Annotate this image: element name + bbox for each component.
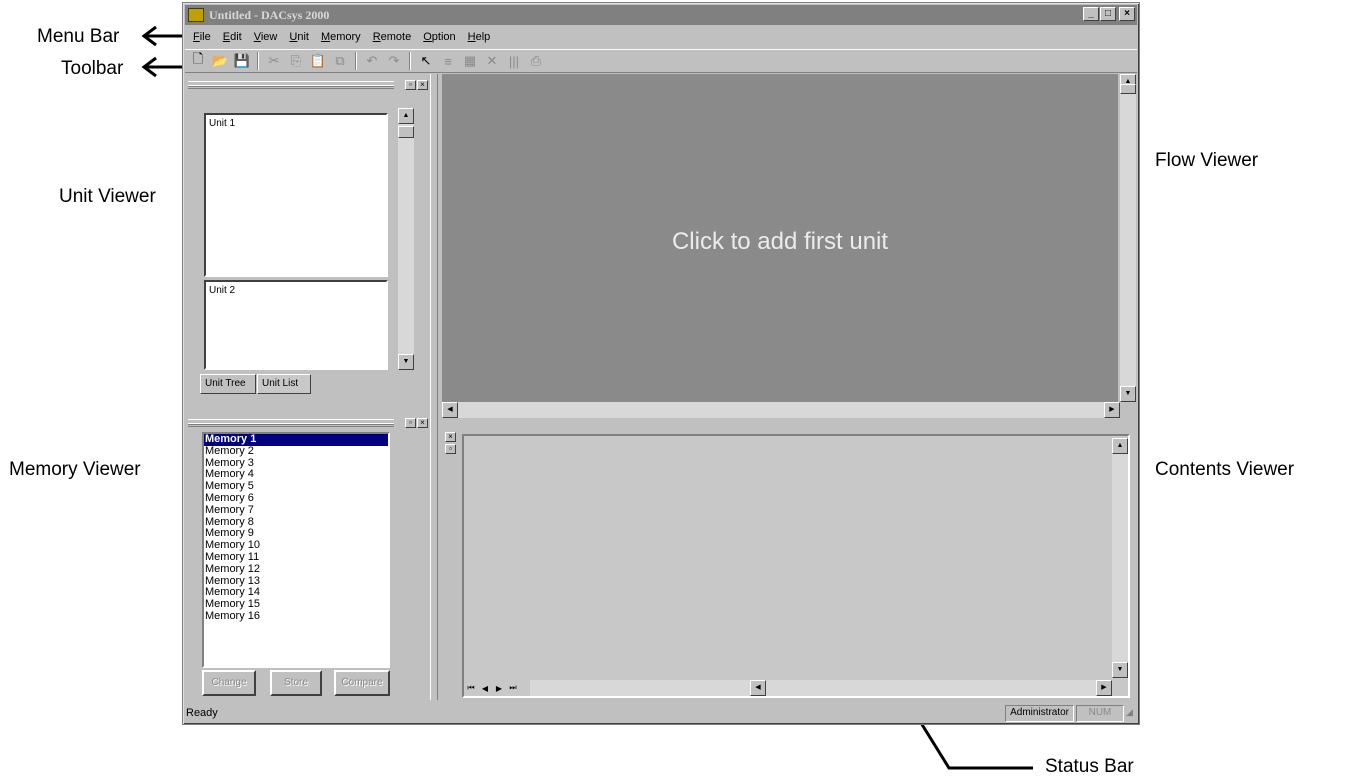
menu-view[interactable]: View xyxy=(248,31,284,43)
memory-list-item[interactable]: Memory 7 xyxy=(204,504,388,517)
flow-viewer-message: Click to add first unit xyxy=(671,228,889,255)
undo-icon[interactable]: ↶ xyxy=(361,51,383,71)
cut-icon[interactable]: ✂ xyxy=(263,51,285,71)
toolbar: 🗋 📂 💾 ✂ ⎘ 📋 ⧉ ↶ ↷ ↖ ≡ ▦ ✕ ||| ⎙ xyxy=(185,49,1137,73)
next-record-icon[interactable]: ▶ xyxy=(492,684,506,693)
window-title: Untitled - DACsys 2000 xyxy=(209,7,330,22)
app-icon[interactable] xyxy=(188,8,204,22)
memory-list-item[interactable]: Memory 2 xyxy=(204,445,388,458)
title-bar[interactable]: Untitled - DACsys 2000 _ □ × xyxy=(185,5,1137,25)
flow-viewer-canvas[interactable]: Click to add first unit xyxy=(442,74,1118,402)
paste-icon[interactable]: 📋 xyxy=(307,51,329,71)
status-text: Ready xyxy=(186,707,218,719)
menu-file[interactable]: File xyxy=(187,31,217,43)
flow-viewer-vscrollbar[interactable]: ▲ ▼ xyxy=(1120,74,1136,402)
memory-list-item[interactable]: Memory 6 xyxy=(204,492,388,505)
status-user: Administrator xyxy=(1005,704,1074,722)
delete-icon[interactable]: ✕ xyxy=(481,51,503,71)
align-icon[interactable]: ≡ xyxy=(437,51,459,71)
columns-icon[interactable]: ||| xyxy=(503,51,525,71)
store-button[interactable]: Store xyxy=(270,670,322,696)
callout-memory-viewer: Memory Viewer xyxy=(9,459,141,480)
unit-viewer-scrollbar[interactable]: ▲ ▼ xyxy=(398,108,414,370)
close-button[interactable]: × xyxy=(1119,7,1135,21)
status-num-indicator: NUM xyxy=(1076,704,1124,722)
maximize-button[interactable]: □ xyxy=(1100,7,1116,21)
unit-viewer-close-button[interactable]: × xyxy=(417,80,428,90)
new-file-icon[interactable]: 🗋 xyxy=(187,51,209,71)
change-button[interactable]: Change xyxy=(202,670,256,696)
scroll-left-thumb[interactable]: ◀ xyxy=(750,680,766,696)
memory-viewer-grip[interactable] xyxy=(188,419,394,427)
menu-edit[interactable]: Edit xyxy=(217,31,248,43)
contents-viewer-float-button[interactable]: ▫ xyxy=(445,444,456,454)
memory-viewer-float-button[interactable]: ▫ xyxy=(405,418,416,428)
record-navigator: ⏮ ◀ ▶ ⏭ xyxy=(464,680,530,696)
scroll-right-icon[interactable]: ▶ xyxy=(1104,402,1120,418)
scroll-down-icon[interactable]: ▼ xyxy=(1112,662,1128,678)
callout-contents-viewer: Contents Viewer xyxy=(1155,459,1295,480)
save-icon[interactable]: 💾 xyxy=(231,51,253,71)
grid-icon[interactable]: ▦ xyxy=(459,51,481,71)
callout-status-bar: Status Bar xyxy=(1045,756,1134,777)
pointer-icon[interactable]: ↖ xyxy=(415,51,437,71)
toolbar-separator xyxy=(257,52,259,70)
redo-icon[interactable]: ↷ xyxy=(383,51,405,71)
resize-grip-icon[interactable]: ◢ xyxy=(1126,707,1138,719)
status-bar: Ready Administrator NUM ◢ xyxy=(184,703,1138,723)
contents-viewer-close-button[interactable]: × xyxy=(445,432,456,442)
callout-menu-bar: Menu Bar xyxy=(37,26,120,47)
contents-viewer-side: × ▫ xyxy=(442,428,458,698)
toolbar-separator xyxy=(355,52,357,70)
memory-list-item[interactable]: Memory 11 xyxy=(204,551,388,564)
scroll-thumb[interactable] xyxy=(398,126,414,138)
memory-list-item[interactable]: Memory 12 xyxy=(204,563,388,576)
unit-card[interactable]: Unit 2 xyxy=(204,280,388,370)
print-icon[interactable]: ⎙ xyxy=(525,51,547,71)
contents-viewer[interactable]: ▲ ▼ ⏮ ◀ ▶ ⏭ ◀ ▶ xyxy=(462,434,1130,698)
menu-help[interactable]: Help xyxy=(462,31,497,43)
menu-remote[interactable]: Remote xyxy=(367,31,418,43)
contents-viewer-vscrollbar[interactable]: ▲ ▼ xyxy=(1112,438,1128,678)
minimize-button[interactable]: _ xyxy=(1083,7,1099,21)
menu-option[interactable]: Option xyxy=(417,31,461,43)
memory-list-item[interactable]: Memory 16 xyxy=(204,610,388,623)
copy-icon[interactable]: ⎘ xyxy=(285,51,307,71)
callout-flow-viewer: Flow Viewer xyxy=(1155,150,1259,171)
tab-unit-list[interactable]: Unit List xyxy=(257,374,311,394)
last-record-icon[interactable]: ⏭ xyxy=(506,683,520,693)
prev-record-icon[interactable]: ◀ xyxy=(478,684,492,693)
flow-viewer-hscrollbar[interactable]: ◀ ▶ xyxy=(442,402,1120,418)
scroll-down-icon[interactable]: ▼ xyxy=(398,354,414,370)
toolbar-separator xyxy=(409,52,411,70)
memory-viewer-close-button[interactable]: × xyxy=(417,418,428,428)
callout-toolbar: Toolbar xyxy=(61,58,124,79)
open-folder-icon[interactable]: 📂 xyxy=(209,51,231,71)
link-icon[interactable]: ⧉ xyxy=(329,51,351,71)
tab-unit-tree[interactable]: Unit Tree xyxy=(200,374,256,394)
scroll-down-icon[interactable]: ▼ xyxy=(1120,386,1136,402)
scroll-up-icon[interactable]: ▲ xyxy=(1112,438,1128,454)
compare-button[interactable]: Compare xyxy=(334,670,390,696)
vertical-splitter[interactable] xyxy=(430,74,438,700)
scroll-left-icon[interactable]: ◀ xyxy=(442,402,458,418)
scroll-right-icon[interactable]: ▶ xyxy=(1096,680,1112,696)
callout-unit-viewer: Unit Viewer xyxy=(59,186,156,207)
first-record-icon[interactable]: ⏮ xyxy=(464,683,478,693)
scroll-up-icon[interactable]: ▲ xyxy=(398,108,414,124)
unit-viewer-float-button[interactable]: ▫ xyxy=(405,80,416,90)
menu-memory[interactable]: Memory xyxy=(315,31,367,43)
unit-card[interactable]: Unit 1 xyxy=(204,113,388,277)
scroll-thumb[interactable] xyxy=(1120,84,1136,94)
contents-viewer-hscrollbar[interactable]: ◀ ▶ xyxy=(530,680,1112,696)
memory-list[interactable]: Memory 1 Memory 2 Memory 3 Memory 4 Memory 5… xyxy=(202,432,390,668)
menu-unit[interactable]: Unit xyxy=(283,31,315,43)
menu-bar: File Edit View Unit Memory Remote Option… xyxy=(185,27,1137,47)
unit-viewer-grip[interactable] xyxy=(188,81,394,89)
